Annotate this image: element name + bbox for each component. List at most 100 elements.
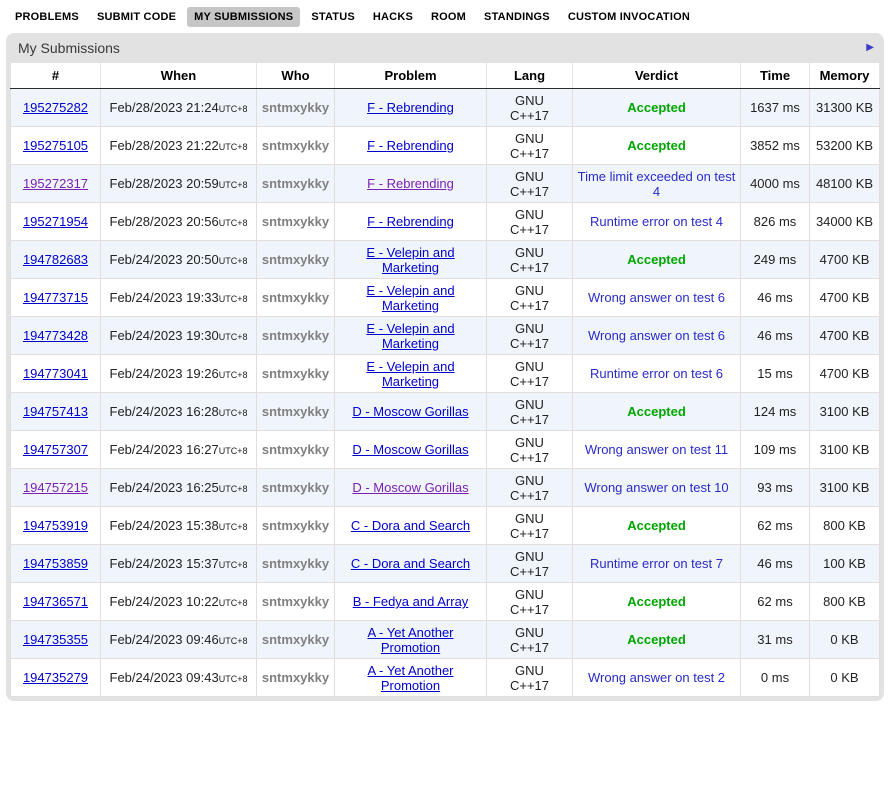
- submission-time-cell: 62 ms: [741, 583, 810, 621]
- submission-id-link[interactable]: 194773428: [23, 328, 88, 343]
- submitter-handle[interactable]: sntmxykky: [262, 518, 329, 533]
- submission-verdict-cell: Wrong answer on test 11: [573, 431, 741, 469]
- nav-item-submit-code[interactable]: SUBMIT CODE: [90, 7, 183, 27]
- exec-time-value: 826 ms: [754, 214, 797, 229]
- submission-time-cell: 4000 ms: [741, 165, 810, 203]
- submission-who-cell: sntmxykky: [257, 393, 335, 431]
- verdict-label: Time limit exceeded on test 4: [578, 169, 736, 199]
- memory-value: 34000 KB: [816, 214, 873, 229]
- problem-link[interactable]: F - Rebrending: [367, 100, 454, 115]
- submission-id-cell: 194757413: [11, 393, 101, 431]
- submitter-handle[interactable]: sntmxykky: [262, 176, 329, 191]
- problem-link[interactable]: D - Moscow Gorillas: [352, 404, 468, 419]
- nav-item-status[interactable]: STATUS: [304, 7, 362, 27]
- submission-id-link[interactable]: 195275105: [23, 138, 88, 153]
- submitter-handle[interactable]: sntmxykky: [262, 670, 329, 685]
- submission-id-cell: 195272317: [11, 165, 101, 203]
- submitter-handle[interactable]: sntmxykky: [262, 556, 329, 571]
- problem-link[interactable]: B - Fedya and Array: [353, 594, 469, 609]
- submission-when-cell: Feb/24/2023 19:33UTC+8: [101, 279, 257, 317]
- submission-problem-cell: D - Moscow Gorillas: [335, 431, 487, 469]
- submission-date: Feb/28/2023: [110, 214, 183, 229]
- submission-id-link[interactable]: 194773715: [23, 290, 88, 305]
- submitter-handle[interactable]: sntmxykky: [262, 480, 329, 495]
- problem-link[interactable]: C - Dora and Search: [351, 556, 470, 571]
- submission-date: Feb/28/2023: [110, 138, 183, 153]
- submission-id-link[interactable]: 194757307: [23, 442, 88, 457]
- verdict-label: Runtime error on test 7: [590, 556, 723, 571]
- submission-when-cell: Feb/28/2023 20:56UTC+8: [101, 203, 257, 241]
- submission-id-link[interactable]: 194757215: [23, 480, 88, 495]
- problem-link[interactable]: F - Rebrending: [367, 138, 454, 153]
- verdict-label: Wrong answer on test 6: [588, 328, 725, 343]
- submission-time: 19:30: [186, 328, 219, 343]
- verdict-label: Runtime error on test 4: [590, 214, 723, 229]
- submission-time: 16:28: [186, 404, 219, 419]
- submitter-handle[interactable]: sntmxykky: [262, 404, 329, 419]
- problem-link[interactable]: E - Velepin and Marketing: [366, 245, 454, 275]
- submission-id-link[interactable]: 194782683: [23, 252, 88, 267]
- problem-link[interactable]: D - Moscow Gorillas: [352, 480, 468, 495]
- timezone-label: UTC+8: [219, 522, 248, 532]
- nav-item-hacks[interactable]: HACKS: [366, 7, 420, 27]
- submission-who-cell: sntmxykky: [257, 545, 335, 583]
- problem-link[interactable]: F - Rebrending: [367, 214, 454, 229]
- submission-id-link[interactable]: 194773041: [23, 366, 88, 381]
- submission-lang-cell: GNU C++17: [487, 431, 573, 469]
- problem-link[interactable]: C - Dora and Search: [351, 518, 470, 533]
- submitter-handle[interactable]: sntmxykky: [262, 100, 329, 115]
- header-time: Time: [741, 63, 810, 89]
- nav-item-custom-invocation[interactable]: CUSTOM INVOCATION: [561, 7, 697, 27]
- submission-who-cell: sntmxykky: [257, 127, 335, 165]
- submission-verdict-cell: Wrong answer on test 6: [573, 317, 741, 355]
- submission-verdict-cell: Wrong answer on test 6: [573, 279, 741, 317]
- submission-id-link[interactable]: 194735355: [23, 632, 88, 647]
- exec-time-value: 4000 ms: [750, 176, 800, 191]
- submission-id-link[interactable]: 194735279: [23, 670, 88, 685]
- nav-item-my-submissions[interactable]: MY SUBMISSIONS: [187, 7, 300, 27]
- submitter-handle[interactable]: sntmxykky: [262, 138, 329, 153]
- submission-id-link[interactable]: 194753919: [23, 518, 88, 533]
- problem-link[interactable]: A - Yet Another Promotion: [367, 625, 453, 655]
- submission-who-cell: sntmxykky: [257, 469, 335, 507]
- table-row: 195271954 Feb/28/2023 20:56UTC+8 sntmxyk…: [11, 203, 880, 241]
- submission-verdict-cell: Accepted: [573, 393, 741, 431]
- table-row: 194736571 Feb/24/2023 10:22UTC+8 sntmxyk…: [11, 583, 880, 621]
- submission-id-link[interactable]: 194753859: [23, 556, 88, 571]
- submission-when-cell: Feb/24/2023 09:46UTC+8: [101, 621, 257, 659]
- exec-time-value: 3852 ms: [750, 138, 800, 153]
- problem-link[interactable]: E - Velepin and Marketing: [366, 321, 454, 351]
- submissions-panel: My Submissions ▶ # When Who Problem Lang…: [6, 33, 884, 701]
- submission-id-link[interactable]: 195275282: [23, 100, 88, 115]
- submitter-handle[interactable]: sntmxykky: [262, 328, 329, 343]
- submission-time: 20:56: [186, 214, 219, 229]
- submission-id-link[interactable]: 194736571: [23, 594, 88, 609]
- problem-link[interactable]: E - Velepin and Marketing: [366, 359, 454, 389]
- timezone-label: UTC+8: [219, 370, 248, 380]
- submission-id-link[interactable]: 194757413: [23, 404, 88, 419]
- problem-link[interactable]: A - Yet Another Promotion: [367, 663, 453, 693]
- submission-problem-cell: F - Rebrending: [335, 165, 487, 203]
- submission-date: Feb/24/2023: [110, 366, 183, 381]
- nav-item-standings[interactable]: STANDINGS: [477, 7, 557, 27]
- submitter-handle[interactable]: sntmxykky: [262, 594, 329, 609]
- submission-who-cell: sntmxykky: [257, 659, 335, 697]
- submission-who-cell: sntmxykky: [257, 583, 335, 621]
- submission-id-link[interactable]: 195271954: [23, 214, 88, 229]
- submitter-handle[interactable]: sntmxykky: [262, 442, 329, 457]
- language-label: GNU C++17: [504, 549, 556, 579]
- submission-id-link[interactable]: 195272317: [23, 176, 88, 191]
- submission-problem-cell: C - Dora and Search: [335, 545, 487, 583]
- submitter-handle[interactable]: sntmxykky: [262, 366, 329, 381]
- nav-item-room[interactable]: ROOM: [424, 7, 473, 27]
- submitter-handle[interactable]: sntmxykky: [262, 214, 329, 229]
- submitter-handle[interactable]: sntmxykky: [262, 632, 329, 647]
- problem-link[interactable]: E - Velepin and Marketing: [366, 283, 454, 313]
- problem-link[interactable]: F - Rebrending: [367, 176, 454, 191]
- submission-id-cell: 194753859: [11, 545, 101, 583]
- nav-item-problems[interactable]: PROBLEMS: [8, 7, 86, 27]
- submitter-handle[interactable]: sntmxykky: [262, 252, 329, 267]
- problem-link[interactable]: D - Moscow Gorillas: [352, 442, 468, 457]
- submitter-handle[interactable]: sntmxykky: [262, 290, 329, 305]
- expand-arrow-icon[interactable]: ▶: [866, 43, 874, 53]
